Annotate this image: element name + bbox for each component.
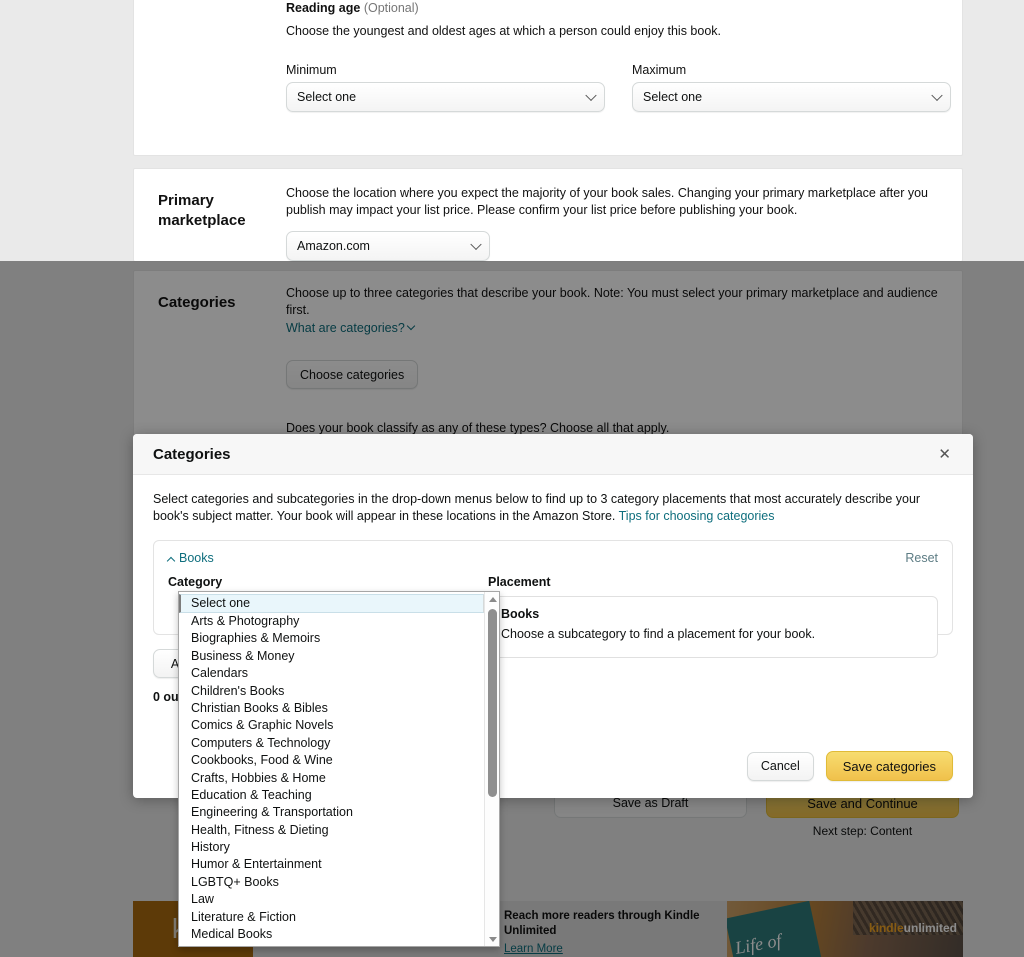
dropdown-option[interactable]: Medical Books [179, 926, 484, 943]
placement-column: Placement Books Choose a subcategory to … [488, 575, 938, 658]
scrollbar-thumb[interactable] [488, 609, 497, 797]
primary-marketplace-description: Choose the location where you expect the… [286, 186, 928, 217]
primary-marketplace-label: Primary marketplace [158, 192, 246, 229]
tips-for-choosing-categories-link[interactable]: Tips for choosing categories [619, 509, 775, 523]
primary-marketplace-value: Amazon.com [297, 239, 370, 253]
reading-age-label: Reading age [286, 1, 361, 15]
dropdown-option[interactable]: Engineering & Transportation [179, 804, 484, 821]
modal-footer: Cancel Save categories [746, 751, 953, 781]
save-categories-button[interactable]: Save categories [825, 751, 953, 781]
modal-header: Categories ✕ [133, 434, 973, 475]
minimum-age-select[interactable]: Select one [286, 82, 605, 112]
reading-age-card: Reading age (Optional) Choose the younge… [133, 0, 963, 156]
books-toggle-label: Books [179, 551, 214, 565]
dropdown-option[interactable]: Law [179, 891, 484, 908]
dropdown-option[interactable]: Humor & Entertainment [179, 856, 484, 873]
dropdown-option[interactable]: Cookbooks, Food & Wine [179, 752, 484, 769]
maximum-age-label: Maximum [632, 63, 687, 77]
dropdown-option[interactable]: Literature & Fiction [179, 909, 484, 926]
dropdown-option[interactable]: Comics & Graphic Novels [179, 717, 484, 734]
modal-description-text: Select categories and subcategories in t… [153, 492, 921, 523]
chevron-down-icon [470, 238, 482, 251]
placement-box: Books Choose a subcategory to find a pla… [488, 596, 938, 658]
reading-age-card-label [134, 0, 286, 112]
dropdown-option[interactable]: Select one [179, 594, 484, 613]
category-column-header: Category [168, 575, 223, 589]
modal-title: Categories [153, 445, 231, 463]
dropdown-option[interactable]: Business & Money [179, 648, 484, 665]
triangle-down-icon[interactable] [485, 932, 500, 946]
dropdown-option[interactable]: Health, Fitness & Dieting [179, 822, 484, 839]
maximum-age-select[interactable]: Select one [632, 82, 951, 112]
reading-age-title: Reading age (Optional) [286, 1, 951, 15]
screen: Reading age (Optional) Choose the younge… [0, 0, 1024, 957]
dropdown-option[interactable]: Crafts, Hobbies & Home [179, 770, 484, 787]
maximum-age-value: Select one [643, 90, 703, 104]
placement-title: Books [501, 607, 540, 621]
dropdown-option[interactable]: Education & Teaching [179, 787, 484, 804]
triangle-up-icon[interactable] [485, 592, 500, 606]
dropdown-option[interactable]: Arts & Photography [179, 613, 484, 630]
dropdown-option[interactable]: Christian Books & Bibles [179, 700, 484, 717]
reading-age-optional: (Optional) [363, 1, 419, 15]
placement-description: Choose a subcategory to find a placement… [501, 627, 816, 641]
reset-link[interactable]: Reset [905, 551, 938, 565]
close-icon[interactable]: ✕ [936, 443, 953, 466]
placement-column-header: Placement [488, 575, 551, 589]
dropdown-option[interactable]: Computers & Technology [179, 735, 484, 752]
dropdown-option[interactable]: Biographies & Memoirs [179, 630, 484, 647]
dropdown-option[interactable]: Children's Books [179, 683, 484, 700]
minimum-age-value: Select one [297, 90, 357, 104]
reading-age-description: Choose the youngest and oldest ages at w… [286, 24, 722, 38]
category-group-header: Books Reset [166, 551, 938, 566]
minimum-age-label: Minimum [286, 63, 337, 77]
dropdown-scrollbar[interactable] [484, 592, 499, 946]
dropdown-options[interactable]: Select one Arts & Photography Biographies … [179, 592, 484, 946]
modal-description: Select categories and subcategories in t… [153, 491, 953, 525]
primary-marketplace-card: Primary marketplace Choose the location … [133, 168, 963, 262]
dropdown-option[interactable]: Calendars [179, 665, 484, 682]
category-dropdown-list[interactable]: Select one Arts & Photography Biographies … [178, 591, 500, 947]
chevron-down-icon [585, 89, 597, 102]
cancel-button[interactable]: Cancel [746, 751, 814, 781]
primary-marketplace-select[interactable]: Amazon.com [286, 231, 490, 261]
books-collapse-toggle[interactable]: Books [166, 551, 214, 566]
dropdown-option[interactable]: LGBTQ+ Books [179, 874, 484, 891]
chevron-up-icon [166, 556, 176, 566]
dropdown-option[interactable]: History [179, 839, 484, 856]
chevron-down-icon [931, 89, 943, 102]
